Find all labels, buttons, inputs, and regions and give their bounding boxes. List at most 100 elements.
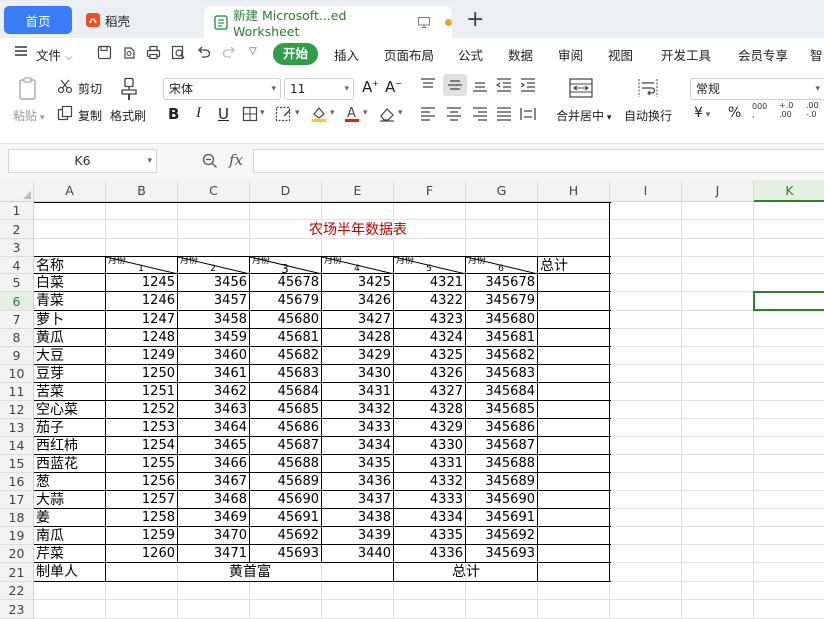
row-header-14[interactable]: 14 <box>0 437 34 455</box>
menu-start[interactable]: 开始 <box>273 43 318 65</box>
footer-total-label[interactable]: 总计 <box>394 563 538 581</box>
row-header-8[interactable]: 8 <box>0 329 34 347</box>
cut-icon[interactable] <box>57 78 73 94</box>
tab-worksheet[interactable]: 新建 Microsoft...ed Worksheet <box>204 6 452 39</box>
data-cell[interactable]: 345679 <box>466 292 537 310</box>
data-cell[interactable]: 45692 <box>250 527 321 545</box>
chevron-down-icon[interactable]: ▾ <box>363 108 368 118</box>
data-cell[interactable]: 45683 <box>250 365 321 383</box>
data-cell[interactable]: 1255 <box>106 455 177 473</box>
border-icon[interactable] <box>242 106 258 122</box>
align-bottom-icon[interactable] <box>472 78 488 92</box>
data-cell[interactable]: 4323 <box>394 311 465 329</box>
data-cell[interactable]: 45691 <box>250 509 321 527</box>
format-painter-icon[interactable] <box>118 76 140 102</box>
data-cell[interactable]: 1251 <box>106 383 177 401</box>
item-name[interactable]: 姜 <box>36 509 104 527</box>
menu-insert[interactable]: 插入 <box>334 45 359 64</box>
data-cell[interactable]: 3427 <box>322 311 393 329</box>
data-cell[interactable]: 1246 <box>106 292 177 310</box>
row-header-21[interactable]: 21 <box>0 563 34 582</box>
decrease-font-icon[interactable]: A− <box>385 78 402 96</box>
data-cell[interactable]: 4332 <box>394 473 465 491</box>
data-cell[interactable]: 45679 <box>250 292 321 310</box>
data-cell[interactable]: 1249 <box>106 347 177 365</box>
header-total[interactable]: 总计 <box>540 257 608 275</box>
row-header-3[interactable]: 3 <box>0 239 34 257</box>
row-header-11[interactable]: 11 <box>0 383 34 401</box>
data-cell[interactable]: 4328 <box>394 401 465 419</box>
print-icon[interactable] <box>146 45 161 63</box>
format-painter-button[interactable]: 格式刷 <box>110 107 146 124</box>
quick-access-more-icon[interactable]: ▽ <box>249 46 257 57</box>
footer-maker-label[interactable]: 制单人 <box>36 563 104 581</box>
data-cell[interactable]: 3440 <box>322 545 393 563</box>
name-box[interactable]: K6 ▾ <box>8 149 157 173</box>
data-cell[interactable]: 3429 <box>322 347 393 365</box>
data-cell[interactable]: 45680 <box>250 311 321 329</box>
data-cell[interactable]: 3463 <box>178 401 249 419</box>
increase-font-icon[interactable]: A+ <box>362 78 379 96</box>
distributed-align-icon[interactable] <box>520 107 536 121</box>
data-cell[interactable]: 3439 <box>322 527 393 545</box>
data-cell[interactable]: 1260 <box>106 545 177 563</box>
menu-view[interactable]: 视图 <box>608 45 633 64</box>
item-name[interactable]: 葱 <box>36 473 104 491</box>
new-tab-button[interactable]: + <box>466 6 484 34</box>
data-cell[interactable]: 345681 <box>466 329 537 347</box>
formula-input[interactable] <box>253 149 824 173</box>
data-cell[interactable]: 45681 <box>250 329 321 347</box>
decrease-indent-icon[interactable] <box>496 78 512 92</box>
data-cell[interactable]: 3465 <box>178 437 249 455</box>
row-header-18[interactable]: 18 <box>0 509 34 527</box>
copy-icon[interactable] <box>57 105 73 121</box>
item-name[interactable]: 大蒜 <box>36 491 104 509</box>
row-header-12[interactable]: 12 <box>0 401 34 419</box>
data-cell[interactable]: 345683 <box>466 365 537 383</box>
data-cell[interactable]: 4330 <box>394 437 465 455</box>
data-cell[interactable]: 3460 <box>178 347 249 365</box>
data-cell[interactable]: 3461 <box>178 365 249 383</box>
data-cell[interactable]: 3434 <box>322 437 393 455</box>
merge-center-button[interactable]: 合并居中 ▾ <box>556 107 611 124</box>
row-header-23[interactable]: 23 <box>0 600 34 619</box>
number-format-select[interactable]: 常规 ▾ <box>690 78 824 100</box>
data-cell[interactable]: 1245 <box>106 274 177 292</box>
data-cell[interactable]: 1253 <box>106 419 177 437</box>
data-cell[interactable]: 4322 <box>394 292 465 310</box>
menu-review[interactable]: 审阅 <box>558 45 583 64</box>
font-family-select[interactable]: 宋体 ▾ <box>163 78 281 100</box>
data-cell[interactable]: 45684 <box>250 383 321 401</box>
column-header-e[interactable]: E <box>322 180 394 202</box>
data-cell[interactable]: 3470 <box>178 527 249 545</box>
align-left-icon[interactable] <box>420 107 436 121</box>
justify-icon[interactable] <box>496 107 512 121</box>
row-header-1[interactable]: 1 <box>0 202 34 220</box>
data-cell[interactable]: 4324 <box>394 329 465 347</box>
sheet-grid[interactable]: ABCDEFGHIJK 1 2 3 4 5 6 7 8 9 10 11 12 13 14 15 16 17 18 1… <box>0 180 824 619</box>
data-cell[interactable]: 345691 <box>466 509 537 527</box>
footer-maker-name[interactable]: 黄首富 <box>106 563 394 581</box>
decrease-decimal-icon[interactable]: .00 -.0 <box>806 101 819 119</box>
data-cell[interactable]: 4326 <box>394 365 465 383</box>
data-cell[interactable]: 3432 <box>322 401 393 419</box>
wrap-text-icon[interactable] <box>637 78 659 98</box>
data-cell[interactable]: 1257 <box>106 491 177 509</box>
data-cell[interactable]: 3467 <box>178 473 249 491</box>
data-cell[interactable]: 4331 <box>394 455 465 473</box>
menu-vip[interactable]: 会员专享 <box>738 45 788 64</box>
chevron-down-icon[interactable]: ▾ <box>260 108 265 118</box>
function-icon[interactable]: fx <box>229 151 243 169</box>
item-name[interactable]: 黄瓜 <box>36 329 104 347</box>
item-name[interactable]: 西蓝花 <box>36 455 104 473</box>
data-cell[interactable]: 3426 <box>322 292 393 310</box>
column-header-j[interactable]: J <box>682 180 754 202</box>
data-cell[interactable]: 1259 <box>106 527 177 545</box>
data-cell[interactable]: 3459 <box>178 329 249 347</box>
row-header-2[interactable]: 2 <box>0 220 34 239</box>
column-header-h[interactable]: H <box>538 180 610 202</box>
paste-icon[interactable] <box>16 76 42 102</box>
chevron-down-icon[interactable]: ▾ <box>330 108 335 118</box>
clear-format-icon[interactable] <box>378 106 396 122</box>
data-cell[interactable]: 4325 <box>394 347 465 365</box>
